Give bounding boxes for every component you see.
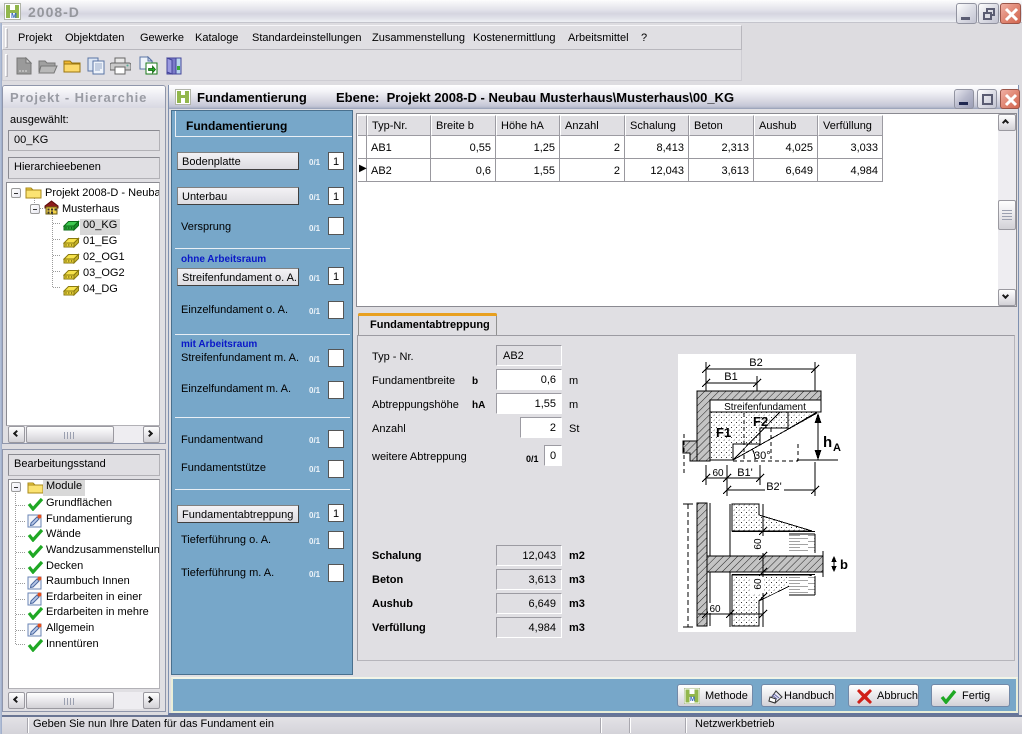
svg-text:B2: B2 (749, 357, 762, 369)
svg-text:h: h (823, 434, 832, 451)
svg-text:60: 60 (709, 604, 721, 615)
svg-text:b: b (840, 557, 848, 572)
svg-text:60: 60 (753, 538, 764, 550)
svg-text:60: 60 (712, 468, 724, 479)
svg-text:F1: F1 (716, 425, 731, 440)
svg-text:B1: B1 (724, 371, 737, 383)
svg-text:30°: 30° (754, 450, 771, 462)
svg-text:A: A (833, 442, 841, 454)
svg-text:F2: F2 (753, 414, 768, 429)
svg-text:B2': B2' (766, 481, 782, 493)
svg-text:60: 60 (753, 578, 764, 590)
svg-text:M: M (690, 697, 695, 703)
svg-text:B1': B1' (737, 467, 753, 479)
svg-text:Streifenfundament: Streifenfundament (724, 402, 806, 413)
